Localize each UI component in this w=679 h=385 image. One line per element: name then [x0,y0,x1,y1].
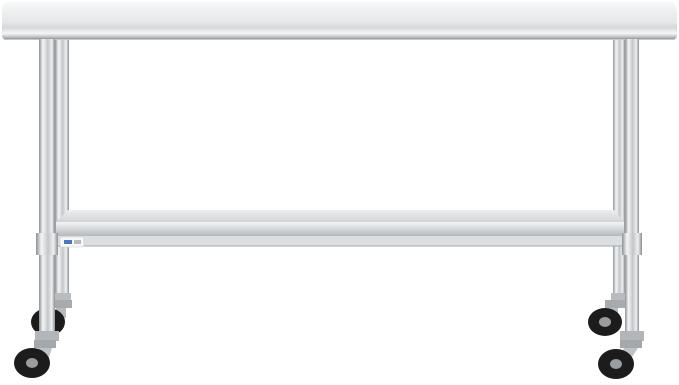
back-left-leg [53,40,71,307]
front-right-caster [598,340,642,379]
front-left-caster [14,340,56,378]
tabletop [2,2,677,40]
back-right-caster [588,300,625,336]
back-right-leg [611,40,627,307]
brand-label-badge [59,236,85,248]
work-table-illustration [2,2,677,379]
undershelf [56,210,624,247]
